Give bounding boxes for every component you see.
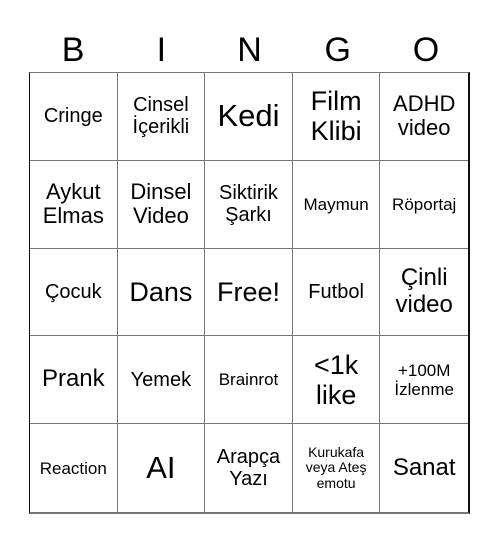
bingo-cell[interactable]: Çocuk [30, 248, 118, 337]
header-letter-b: B [61, 31, 85, 69]
bingo-cell[interactable]: Röportaj [380, 161, 468, 249]
bingo-cell[interactable]: Yemek [117, 336, 206, 425]
header-letter-g: G [324, 31, 351, 69]
bingo-cell[interactable]: Sanat [380, 424, 468, 512]
bingo-cell[interactable]: Aykut Elmas [30, 160, 118, 249]
bingo-cell[interactable]: Prank [30, 336, 118, 425]
bingo-grid: Cringe Cinsel İçerikli Kedi Film Klibi A… [29, 72, 470, 514]
bingo-cell[interactable]: Kedi [205, 73, 293, 161]
bingo-cell[interactable]: ADHD video [380, 73, 468, 161]
bingo-cell[interactable]: Dinsel Video [117, 160, 206, 249]
bingo-cell[interactable]: Siktirik Şarkı [205, 160, 293, 249]
bingo-cell[interactable]: Kurukafa veya Ateş emotu [293, 424, 381, 512]
bingo-cell[interactable]: Brainrot [205, 336, 293, 425]
bingo-cell[interactable]: Arapça Yazı [205, 424, 293, 512]
bingo-cell[interactable]: Cringe [30, 73, 118, 161]
header-letter-i: I [156, 31, 167, 69]
bingo-cell[interactable]: Çinli video [380, 249, 468, 337]
header-letter-o: O [412, 31, 440, 69]
bingo-header: B I N G O [29, 28, 470, 72]
free-space-cell[interactable]: Free! [205, 248, 293, 337]
bingo-cell[interactable]: Film Klibi [292, 73, 381, 161]
header-letter-n: N [237, 31, 262, 69]
bingo-cell[interactable]: +100M İzlenme [380, 336, 468, 425]
bingo-cell[interactable]: Maymun [292, 160, 381, 249]
bingo-cell[interactable]: Futbol [292, 248, 381, 337]
bingo-cell[interactable]: Reaction [30, 424, 118, 512]
bingo-cell[interactable]: Dans [117, 248, 206, 337]
bingo-cell[interactable]: <1k like [292, 336, 381, 425]
bingo-cell[interactable]: AI [118, 424, 206, 512]
bingo-cell[interactable]: Cinsel İçerikli [117, 73, 206, 161]
